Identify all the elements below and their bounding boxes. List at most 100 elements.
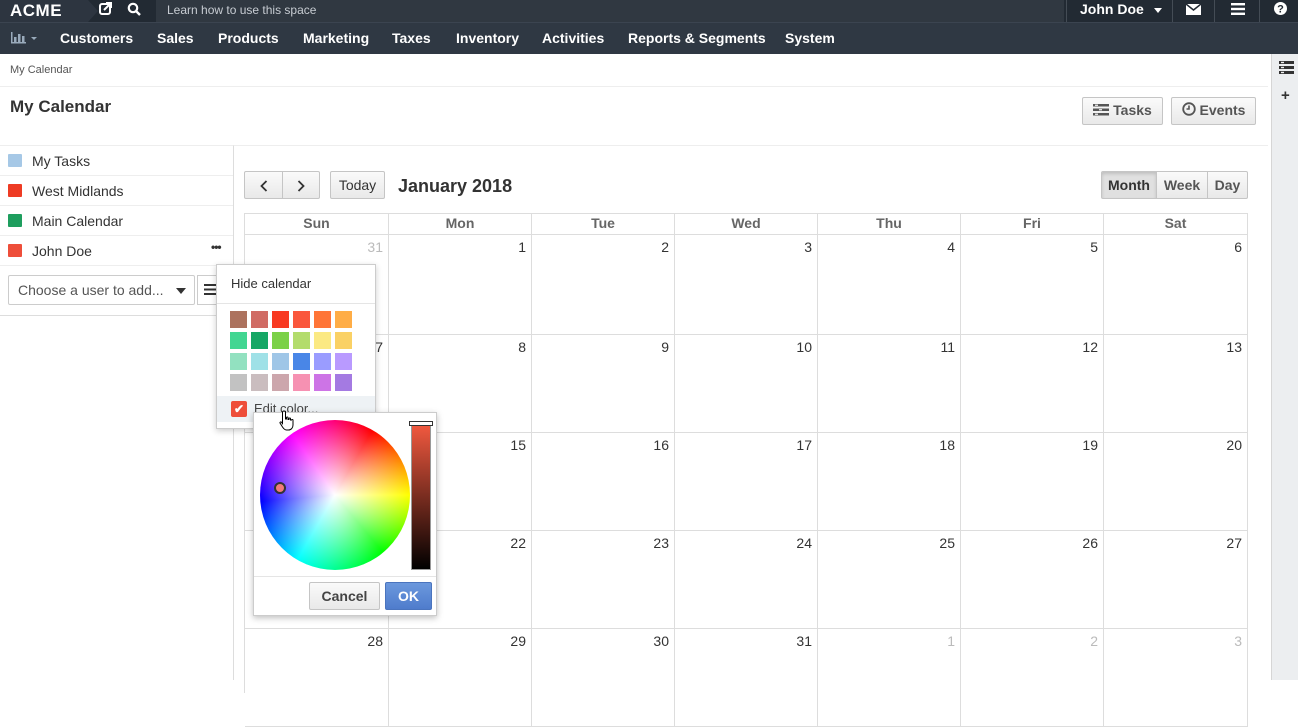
nav-activities[interactable]: Activities <box>542 23 604 54</box>
day-cell[interactable]: 17 <box>675 433 818 531</box>
brightness-slider-handle[interactable] <box>409 421 433 426</box>
nav-taxes[interactable]: Taxes <box>392 23 431 54</box>
day-cell[interactable]: 5 <box>961 235 1104 335</box>
next-month-button[interactable] <box>282 171 320 199</box>
color-swatch[interactable] <box>251 311 268 328</box>
nav-system[interactable]: System <box>785 23 835 54</box>
learn-banner[interactable]: Learn how to use this space <box>156 0 1064 22</box>
day-cell[interactable]: 13 <box>1104 335 1248 433</box>
calendar-item-label: John Doe <box>32 243 92 259</box>
day-cell[interactable]: 28 <box>245 629 389 727</box>
day-cell[interactable]: 26 <box>961 531 1104 629</box>
user-menu[interactable]: John Doe <box>1066 0 1172 22</box>
nav-reports-segments[interactable]: Reports & Segments <box>628 23 766 54</box>
view-month-button[interactable]: Month <box>1101 171 1157 199</box>
day-cell[interactable]: 31 <box>675 629 818 727</box>
nav-products[interactable]: Products <box>218 23 279 54</box>
day-cell[interactable]: 2 <box>532 235 675 335</box>
calendar-item-main-calendar[interactable]: Main Calendar <box>0 206 233 236</box>
breadcrumb-item[interactable]: My Calendar <box>10 64 72 76</box>
dashboard-chart-icon[interactable] <box>11 32 38 47</box>
day-cell[interactable]: 23 <box>532 531 675 629</box>
tasks-button[interactable]: Tasks <box>1082 97 1163 125</box>
color-swatch[interactable] <box>272 332 289 349</box>
color-swatch[interactable] <box>314 353 331 370</box>
day-cell[interactable]: 1 <box>818 629 961 727</box>
color-swatch[interactable] <box>335 332 352 349</box>
day-cell[interactable]: 3 <box>1104 629 1248 727</box>
ok-button[interactable]: OK <box>385 582 432 610</box>
day-cell[interactable]: 3 <box>675 235 818 335</box>
day-cell[interactable]: 25 <box>818 531 961 629</box>
color-swatch[interactable] <box>251 332 268 349</box>
color-swatch[interactable] <box>293 311 310 328</box>
day-cell[interactable]: 12 <box>961 335 1104 433</box>
user-chooser-select[interactable]: Choose a user to add... <box>8 275 195 305</box>
view-week-button[interactable]: Week <box>1156 171 1208 199</box>
day-number: 17 <box>796 437 812 453</box>
add-widget-icon[interactable]: + <box>1281 87 1290 104</box>
day-cell[interactable]: 2 <box>961 629 1104 727</box>
color-swatch[interactable] <box>272 353 289 370</box>
color-swatch[interactable] <box>272 311 289 328</box>
color-swatch[interactable] <box>293 374 310 391</box>
day-number: 6 <box>1234 239 1242 255</box>
more-options-icon[interactable]: ••• <box>211 240 222 254</box>
color-swatch[interactable] <box>230 353 247 370</box>
color-swatch[interactable] <box>293 353 310 370</box>
color-swatch[interactable] <box>335 374 352 391</box>
mail-icon[interactable] <box>1184 2 1202 20</box>
help-icon[interactable]: ? <box>1271 2 1289 20</box>
prev-month-button[interactable] <box>244 171 283 199</box>
day-number: 7 <box>375 339 383 355</box>
nav-sales[interactable]: Sales <box>157 23 194 54</box>
day-number: 2 <box>661 239 669 255</box>
color-swatch[interactable] <box>230 311 247 328</box>
color-swatch[interactable] <box>251 353 268 370</box>
day-cell[interactable]: 11 <box>818 335 961 433</box>
calendar-item-west-midlands[interactable]: West Midlands <box>0 176 233 206</box>
app-logo[interactable]: ACME <box>0 0 98 22</box>
day-cell[interactable]: 19 <box>961 433 1104 531</box>
day-cell[interactable]: 1 <box>389 235 532 335</box>
color-swatch[interactable] <box>272 374 289 391</box>
day-cell[interactable]: 16 <box>532 433 675 531</box>
nav-marketing[interactable]: Marketing <box>303 23 369 54</box>
day-cell[interactable]: 10 <box>675 335 818 433</box>
brightness-slider[interactable] <box>411 422 431 570</box>
calendar-item-my-tasks[interactable]: My Tasks <box>0 146 233 176</box>
day-cell[interactable]: 18 <box>818 433 961 531</box>
color-swatch[interactable] <box>230 374 247 391</box>
color-swatch[interactable] <box>335 353 352 370</box>
day-cell[interactable]: 24 <box>675 531 818 629</box>
today-button[interactable]: Today <box>330 171 385 199</box>
day-cell[interactable]: 20 <box>1104 433 1248 531</box>
cancel-button[interactable]: Cancel <box>309 582 380 610</box>
color-swatch[interactable] <box>293 332 310 349</box>
color-swatch[interactable] <box>314 311 331 328</box>
external-link-icon[interactable] <box>96 2 114 20</box>
color-swatch[interactable] <box>251 374 268 391</box>
color-swatch[interactable] <box>230 332 247 349</box>
day-cell[interactable]: 9 <box>532 335 675 433</box>
day-cell[interactable]: 4 <box>818 235 961 335</box>
nav-customers[interactable]: Customers <box>60 23 133 54</box>
day-cell[interactable]: 27 <box>1104 531 1248 629</box>
color-swatch[interactable] <box>335 311 352 328</box>
search-icon[interactable] <box>125 2 143 20</box>
hamburger-menu-icon[interactable] <box>1229 2 1247 20</box>
day-cell[interactable]: 6 <box>1104 235 1248 335</box>
day-cell[interactable]: 29 <box>389 629 532 727</box>
color-wheel[interactable] <box>260 420 410 570</box>
tasks-list-icon <box>1093 99 1110 124</box>
nav-inventory[interactable]: Inventory <box>456 23 519 54</box>
hide-calendar-option[interactable]: Hide calendar <box>231 276 311 291</box>
sidebar-toggle-icon[interactable] <box>1279 61 1294 77</box>
day-cell[interactable]: 30 <box>532 629 675 727</box>
events-button[interactable]: Events <box>1171 97 1256 125</box>
color-swatch[interactable] <box>314 332 331 349</box>
color-wheel-handle[interactable] <box>274 482 286 494</box>
view-day-button[interactable]: Day <box>1207 171 1248 199</box>
calendar-item-john-doe[interactable]: John Doe ••• <box>0 236 233 266</box>
color-swatch[interactable] <box>314 374 331 391</box>
